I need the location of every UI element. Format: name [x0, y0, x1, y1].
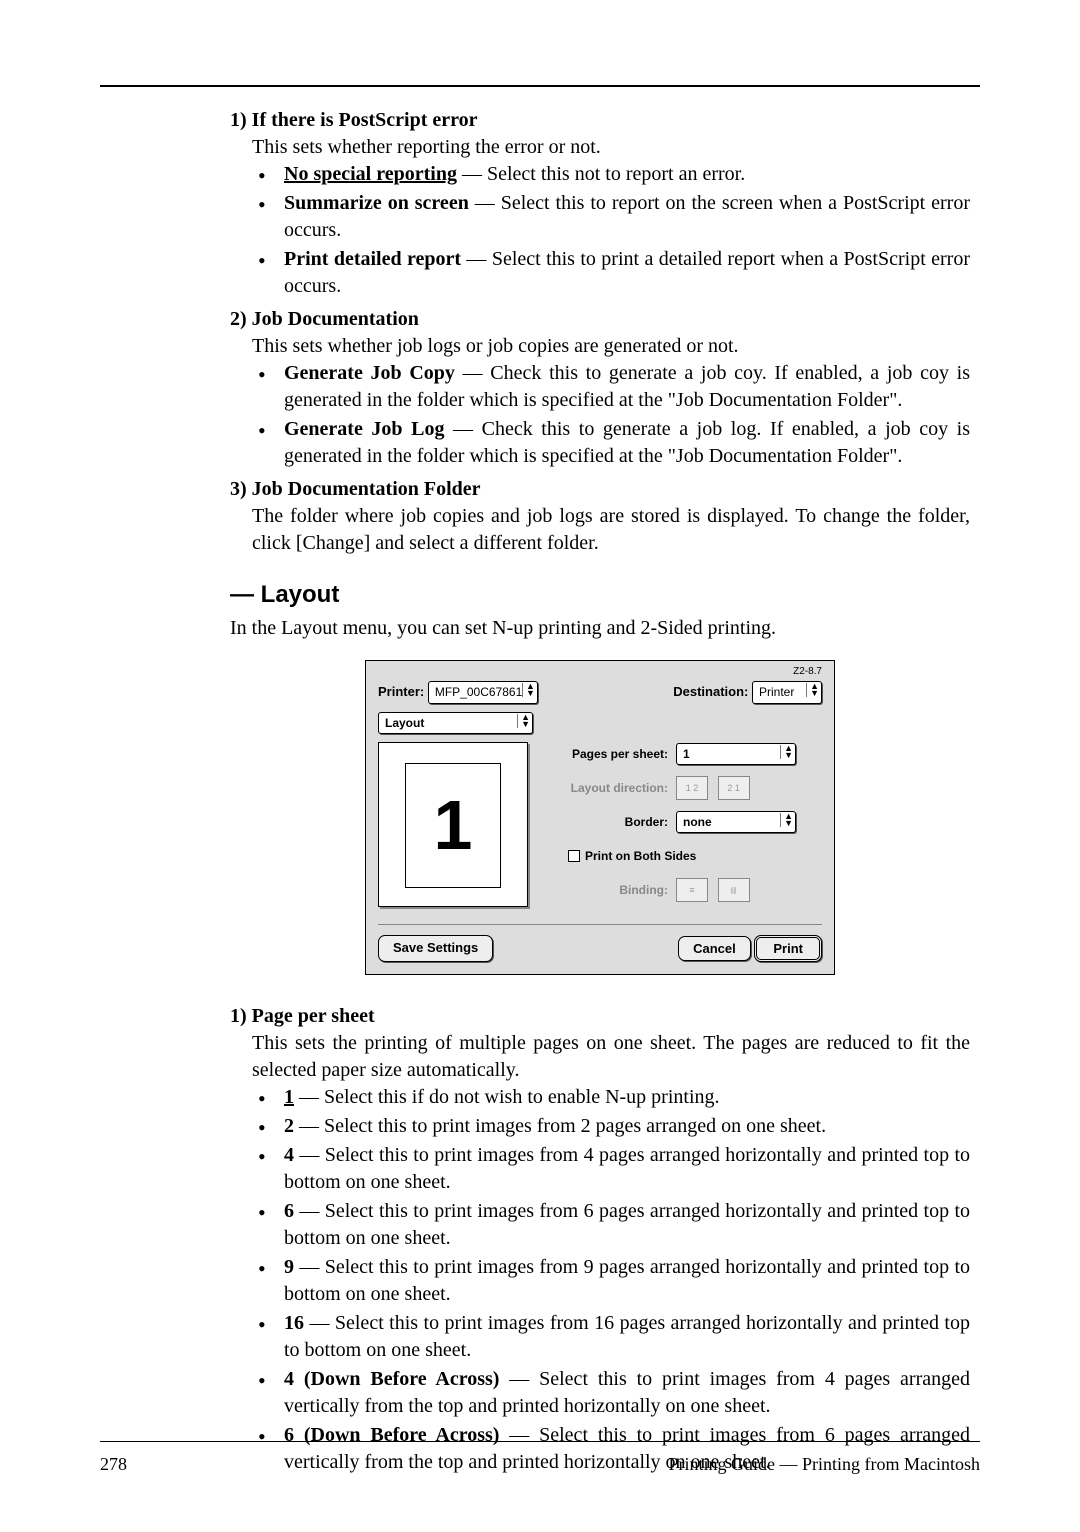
page-footer: 278 Printing Guide — Printing from Macin…	[100, 1441, 980, 1476]
updown-icon: ▲▼	[517, 714, 530, 728]
layout-preview: 1	[378, 742, 528, 907]
destination-select[interactable]: Printer ▲▼	[752, 681, 822, 703]
layout-intro: In the Layout menu, you can set N-up pri…	[230, 615, 970, 642]
pps-i2-bold: 2	[284, 1115, 294, 1137]
sec2-num: 2)	[230, 308, 252, 330]
sec2-bullet-2: Generate Job Log — Check this to generat…	[258, 416, 970, 470]
preview-one-label: 1	[434, 778, 473, 873]
border-label: Border:	[538, 814, 676, 830]
sec2-desc: This sets whether job logs or job copies…	[230, 333, 970, 360]
destination-value: Printer	[759, 685, 794, 699]
pps-desc: This sets the printing of multiple pages…	[230, 1030, 970, 1084]
binding-option-2[interactable]: ⫾⫾	[718, 878, 750, 902]
border-value: none	[683, 815, 712, 829]
pps-i6-bold: 16	[284, 1312, 304, 1334]
pps-title: Page per sheet	[252, 1005, 375, 1027]
sec1-title: If there is PostScript error	[252, 109, 478, 131]
pps-i6-rest: — Select this to print images from 16 pa…	[284, 1312, 970, 1361]
sec1-b3-bold: Print detailed report	[284, 248, 461, 270]
sec1-num: 1)	[230, 109, 252, 131]
pps-item-4: 6 — Select this to print images from 6 p…	[258, 1198, 970, 1252]
updown-icon: ▲▼	[780, 813, 793, 827]
footer-title: Printing Guide — Printing from Macintosh	[669, 1452, 980, 1476]
sec3-desc: The folder where job copies and job logs…	[230, 503, 970, 557]
print-layout-dialog: Z2-8.7 Printer: MFP_00C67861▲▼ Destinati…	[365, 660, 835, 975]
sec3-title: Job Documentation Folder	[252, 478, 481, 500]
print-both-sides-checkbox[interactable]	[568, 850, 580, 862]
section-page-per-sheet: 1) Page per sheet This sets the printing…	[230, 1003, 970, 1476]
top-rule	[100, 85, 980, 87]
sec1-bullet-1: No special reporting — Select this not t…	[258, 161, 970, 188]
updown-icon: ▲▼	[780, 745, 793, 759]
sec1-desc: This sets whether reporting the error or…	[230, 134, 970, 161]
layout-direction-option-1[interactable]: 1 2	[676, 776, 708, 800]
binding-label: Binding:	[538, 882, 676, 898]
section-job-documentation: 2) Job Documentation This sets whether j…	[230, 306, 970, 470]
updown-icon: ▲▼	[806, 683, 819, 697]
layout-direction-label: Layout direction:	[538, 780, 676, 796]
printer-label: Printer:	[378, 683, 424, 701]
pps-i5-bold: 9	[284, 1256, 294, 1278]
updown-icon: ▲▼	[522, 683, 535, 697]
page-number: 278	[100, 1452, 127, 1476]
binding-option-1[interactable]: ≡	[676, 878, 708, 902]
sec1-bullet-2: Summarize on screen — Select this to rep…	[258, 190, 970, 244]
pps-num: 1)	[230, 1005, 252, 1027]
layout-direction-option-2[interactable]: 2 1	[718, 776, 750, 800]
sec3-num: 3)	[230, 478, 252, 500]
pps-i3-rest: — Select this to print images from 4 pag…	[284, 1144, 970, 1193]
sec1-bullet-3: Print detailed report — Select this to p…	[258, 246, 970, 300]
print-both-sides-label: Print on Both Sides	[585, 848, 696, 864]
pps-i2-rest: — Select this to print images from 2 pag…	[294, 1115, 826, 1137]
sec1-b1-rest: — Select this not to report an error.	[457, 163, 745, 185]
pps-item-7: 4 (Down Before Across) — Select this to …	[258, 1366, 970, 1420]
panel-value: Layout	[385, 716, 424, 730]
pages-per-sheet-select[interactable]: 1 ▲▼	[676, 743, 796, 765]
pps-i4-rest: — Select this to print images from 6 pag…	[284, 1200, 970, 1249]
pps-item-5: 9 — Select this to print images from 9 p…	[258, 1254, 970, 1308]
section-job-documentation-folder: 3) Job Documentation Folder The folder w…	[230, 476, 970, 557]
pps-item-2: 2 — Select this to print images from 2 p…	[258, 1113, 970, 1140]
sec2-bullet-1: Generate Job Copy — Check this to genera…	[258, 360, 970, 414]
dialog-version: Z2-8.7	[793, 665, 822, 679]
panel-select[interactable]: Layout ▲▼	[378, 712, 533, 734]
sec1-b1-bold: No special reporting	[284, 163, 457, 185]
destination-label: Destination:	[673, 683, 748, 701]
pps-i1-bold: 1	[284, 1086, 294, 1108]
pps-item-3: 4 — Select this to print images from 4 p…	[258, 1142, 970, 1196]
pps-item-1: 1 — Select this if do not wish to enable…	[258, 1084, 970, 1111]
sec2-title: Job Documentation	[252, 308, 419, 330]
pps-i5-rest: — Select this to print images from 9 pag…	[284, 1256, 970, 1305]
pps-i1-rest: — Select this if do not wish to enable N…	[294, 1086, 720, 1108]
cancel-button[interactable]: Cancel	[678, 936, 751, 962]
printer-select[interactable]: MFP_00C67861▲▼	[428, 681, 538, 703]
pps-i3-bold: 4	[284, 1144, 294, 1166]
pages-per-sheet-label: Pages per sheet:	[538, 746, 676, 762]
sec2-b2-bold: Generate Job Log	[284, 418, 444, 440]
printer-value: MFP_00C67861	[435, 685, 522, 699]
pages-per-sheet-value: 1	[683, 747, 690, 761]
layout-dialog-figure: 1 2 3 4 5 Z2-8.7 Printer: MFP_00C67861▲▼…	[230, 660, 970, 975]
pps-i4-bold: 6	[284, 1200, 294, 1222]
sec2-b1-bold: Generate Job Copy	[284, 362, 455, 384]
sec1-b2-bold: Summarize on screen	[284, 192, 469, 214]
print-button[interactable]: Print	[754, 935, 822, 963]
pps-item-6: 16 — Select this to print images from 16…	[258, 1310, 970, 1364]
section-postscript-error: 1) If there is PostScript error This set…	[230, 107, 970, 300]
layout-heading: — Layout	[230, 579, 970, 611]
save-settings-button[interactable]: Save Settings	[378, 935, 493, 963]
pps-i7-bold: 4 (Down Before Across)	[284, 1368, 499, 1390]
border-select[interactable]: none ▲▼	[676, 811, 796, 833]
